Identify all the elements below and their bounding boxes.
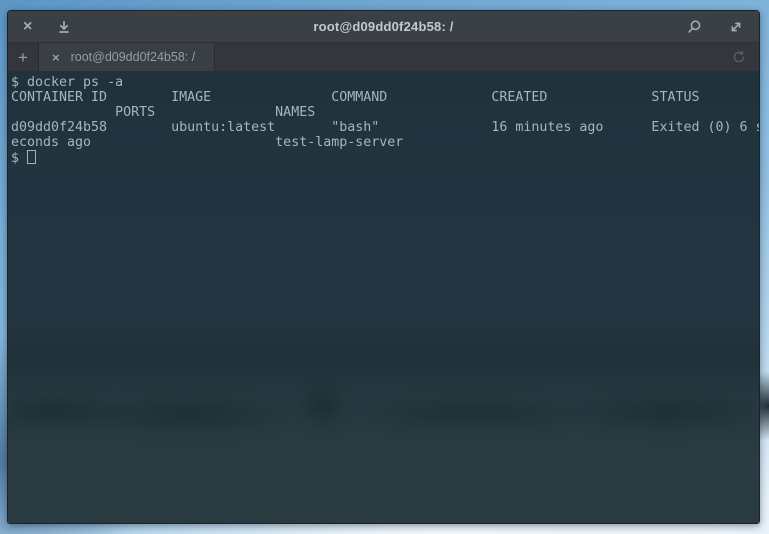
prompt-line: $ bbox=[11, 150, 759, 166]
terminal-window: root@d09dd0f24b58: / × bbox=[7, 10, 760, 524]
terminal-line: $ docker ps -a bbox=[11, 75, 759, 90]
terminal-line: CONTAINER ID IMAGE COMMAND CREATED STATU… bbox=[11, 90, 759, 105]
tab-close-icon[interactable]: × bbox=[52, 51, 60, 64]
terminal-screen[interactable]: $ docker ps -aCONTAINER ID IMAGE COMMAND… bbox=[8, 71, 759, 523]
expand-icon[interactable] bbox=[728, 19, 744, 35]
tabbar: + × root@d09dd0f24b58: / bbox=[8, 43, 759, 71]
history-icon[interactable] bbox=[731, 43, 759, 71]
titlebar[interactable]: root@d09dd0f24b58: / × bbox=[8, 11, 759, 43]
terminal-output: $ docker ps -aCONTAINER ID IMAGE COMMAND… bbox=[8, 71, 759, 166]
desktop: { "titlebar": { "title": "root@d09dd0f24… bbox=[0, 0, 769, 534]
tab-label: root@d09dd0f24b58: / bbox=[71, 50, 196, 64]
terminal-cursor bbox=[27, 150, 36, 164]
terminal-line: d09dd0f24b58 ubuntu:latest "bash" 16 min… bbox=[11, 120, 759, 135]
window-title: root@d09dd0f24b58: / bbox=[8, 19, 759, 34]
close-icon[interactable]: × bbox=[23, 19, 32, 35]
new-tab-button[interactable]: + bbox=[8, 43, 39, 71]
terminal-line: econds ago test-lamp-server bbox=[11, 135, 759, 150]
search-icon[interactable] bbox=[686, 19, 702, 35]
prompt: $ bbox=[11, 151, 27, 166]
download-icon[interactable] bbox=[56, 19, 72, 35]
terminal-line: PORTS NAMES bbox=[11, 105, 759, 120]
tab-active[interactable]: × root@d09dd0f24b58: / bbox=[39, 43, 215, 71]
wallpaper-silhouette bbox=[8, 369, 759, 443]
